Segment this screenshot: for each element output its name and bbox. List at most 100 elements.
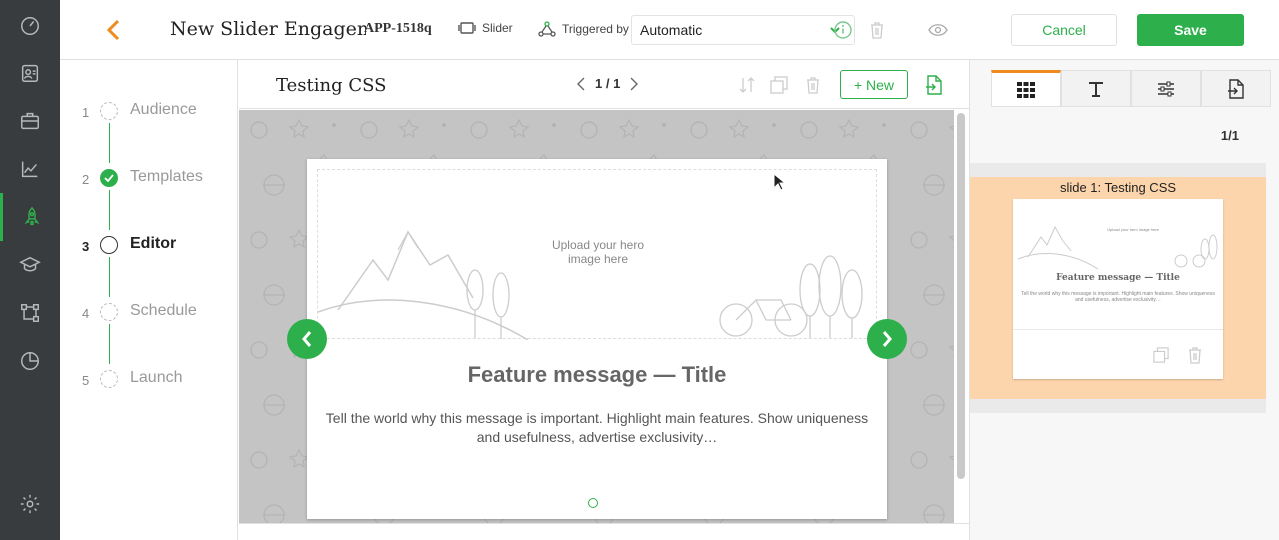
delete-slide-icon[interactable] <box>803 75 823 95</box>
back-arrow-icon[interactable] <box>102 18 124 42</box>
step-label: Templates <box>130 168 203 185</box>
step-templates[interactable]: 2 Templates <box>60 163 238 193</box>
slide-count: 1/1 <box>1220 128 1239 143</box>
slide-pager: 1 / 1 <box>577 76 639 91</box>
step-label: Editor <box>130 235 177 252</box>
step-current-circle-icon <box>100 236 118 254</box>
step-connector <box>109 324 110 364</box>
settings-icon[interactable] <box>0 480 60 528</box>
slide-canvas: Upload your hero image here Feature mess… <box>239 110 954 523</box>
engagement-title[interactable]: New Slider Engagement <box>170 18 366 40</box>
thumb-duplicate-icon[interactable] <box>1153 347 1169 363</box>
sliders-icon <box>1158 81 1174 96</box>
slider-icon <box>458 22 476 34</box>
thumb-trash-icon[interactable] <box>1187 346 1203 364</box>
step-label: Launch <box>130 369 183 386</box>
panel-divider <box>970 399 1266 413</box>
export-css-icon[interactable] <box>924 75 944 95</box>
top-header: New Slider Engagement APP-1518q Slider T… <box>60 0 1279 60</box>
next-slide-button[interactable] <box>867 319 907 359</box>
engagement-type-label: Slider <box>482 21 513 35</box>
thumb-title: Feature message — Title <box>1056 273 1180 283</box>
hero-image-dropzone[interactable]: Upload your hero image here <box>317 169 877 340</box>
step-editor[interactable]: 3 Editor <box>60 230 238 260</box>
trigger-label-group: Triggered by <box>538 21 629 37</box>
wizard-steps: 1 Audience 2 Templates 3 Editor 4 Schedu… <box>60 60 238 540</box>
rocket-icon[interactable] <box>0 193 60 241</box>
prev-slide-button[interactable] <box>287 319 327 359</box>
canvas-footer <box>239 523 969 540</box>
pagination-dot[interactable] <box>588 498 598 508</box>
preview-eye-icon[interactable] <box>927 19 949 41</box>
step-connector <box>109 190 110 230</box>
tab-settings[interactable] <box>1131 70 1201 107</box>
mouse-cursor-icon <box>773 173 785 191</box>
step-pending-circle-icon <box>100 102 118 120</box>
trigger-icon <box>538 21 556 37</box>
hero-landscape-illustration <box>318 230 863 340</box>
reports-icon[interactable] <box>0 337 60 385</box>
slide-name[interactable]: Testing CSS <box>276 75 386 96</box>
left-nav-rail <box>0 0 60 540</box>
new-slide-button[interactable]: + New <box>840 70 908 99</box>
tab-css[interactable] <box>1201 70 1271 107</box>
triggered-by-label: Triggered by <box>562 22 629 36</box>
step-number: 3 <box>82 239 90 254</box>
panel-tabs <box>991 70 1271 107</box>
save-button[interactable]: Save <box>1137 14 1244 46</box>
slide-preview[interactable]: Upload your hero image here Feature mess… <box>307 159 887 519</box>
trash-icon[interactable] <box>866 19 888 41</box>
thumb-divider <box>1013 329 1223 330</box>
step-launch[interactable]: 5 Launch <box>60 364 238 394</box>
text-icon <box>1089 81 1103 97</box>
canvas-scrollbar[interactable] <box>957 113 965 479</box>
analytics-icon[interactable] <box>0 145 60 193</box>
info-icon[interactable] <box>832 19 854 41</box>
trigger-select-value: Automatic <box>640 22 703 38</box>
engagement-type: Slider <box>458 21 513 35</box>
app-root: New Slider Engagement APP-1518q Slider T… <box>0 0 1279 540</box>
tab-text[interactable] <box>1061 70 1131 107</box>
step-number: 4 <box>82 306 90 321</box>
flows-icon[interactable] <box>0 289 60 337</box>
css-file-icon <box>1228 78 1244 99</box>
chevron-left-icon[interactable] <box>577 77 585 91</box>
step-audience[interactable]: 1 Audience <box>60 96 238 126</box>
step-connector <box>109 123 110 163</box>
step-number: 2 <box>82 172 90 187</box>
app-id: APP-1518q <box>364 21 432 36</box>
slide-title[interactable]: Feature message — Title <box>307 362 887 388</box>
slide-thumbnail[interactable]: Upload your hero image here Feature mess… <box>1013 199 1223 379</box>
chevron-left-icon <box>302 331 312 347</box>
step-complete-check-icon <box>100 169 118 187</box>
step-label: Audience <box>130 101 197 118</box>
step-pending-circle-icon <box>100 303 118 321</box>
thumb-illustration <box>1017 225 1218 270</box>
dashboard-icon[interactable] <box>0 2 60 50</box>
chevron-right-icon <box>882 331 892 347</box>
step-connector <box>109 257 110 297</box>
grid-icon <box>1017 81 1035 98</box>
slide-body-text[interactable]: Tell the world why this message is impor… <box>321 409 873 447</box>
step-pending-circle-icon <box>100 370 118 388</box>
cancel-button[interactable]: Cancel <box>1011 14 1117 46</box>
slide-pager-text: 1 / 1 <box>595 76 621 91</box>
duplicate-icon[interactable] <box>769 75 789 95</box>
trigger-select[interactable]: Automatic <box>631 15 855 45</box>
step-number: 5 <box>82 373 90 388</box>
slide-thumbnail-selected[interactable]: slide 1: Testing CSS Upload your hero im… <box>970 177 1266 399</box>
tab-slides[interactable] <box>991 70 1061 107</box>
step-number: 1 <box>82 105 90 120</box>
editor-toolbar: Testing CSS 1 / 1 + New <box>239 60 969 109</box>
reorder-icon[interactable] <box>737 75 757 95</box>
briefcase-icon[interactable] <box>0 97 60 145</box>
slides-panel: 1/1 slide 1: Testing CSS Upload your her… <box>969 60 1279 540</box>
contacts-icon[interactable] <box>0 49 60 97</box>
learn-icon[interactable] <box>0 241 60 289</box>
thumb-body: Tell the world why this message is impor… <box>1021 291 1215 303</box>
step-schedule[interactable]: 4 Schedule <box>60 297 238 327</box>
panel-divider <box>970 163 1266 177</box>
step-label: Schedule <box>130 302 197 319</box>
chevron-right-icon[interactable] <box>630 77 639 91</box>
slide-thumbnail-label: slide 1: Testing CSS <box>1059 180 1177 195</box>
